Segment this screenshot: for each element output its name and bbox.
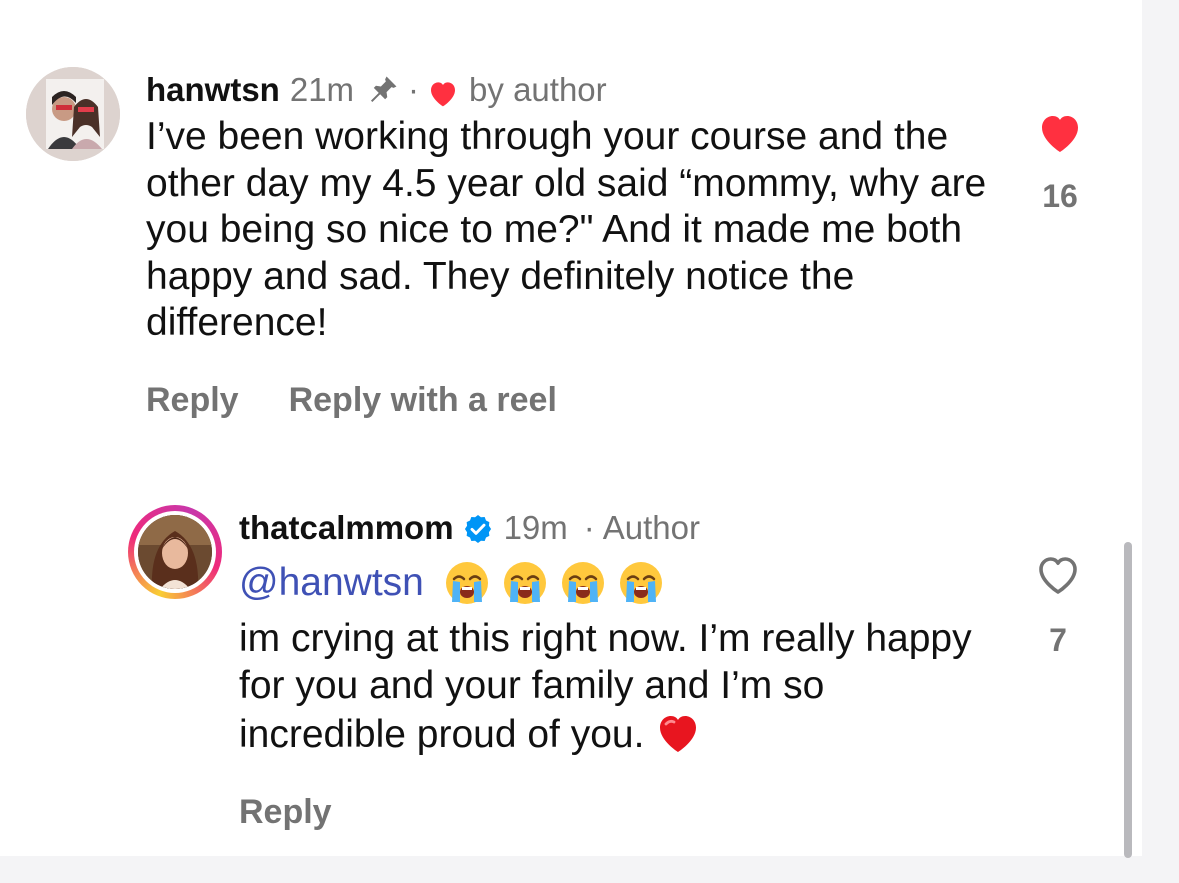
avatar-photo [138, 515, 212, 589]
author-label: Author [602, 509, 700, 546]
username[interactable]: hanwtsn [146, 68, 280, 112]
comment-meta: hanwtsn 21m · by author [146, 68, 1006, 112]
reply-button[interactable]: Reply [146, 381, 239, 420]
separator-dot: · [408, 71, 420, 108]
heart-filled-icon[interactable] [1036, 110, 1084, 154]
red-heart-emoji-icon [654, 709, 702, 755]
like-count: 7 [1049, 622, 1067, 658]
comment-text-content: im crying at this right now. I’m really … [239, 617, 972, 756]
avatar [134, 511, 216, 593]
like-count: 16 [1042, 178, 1078, 214]
page-edge [0, 856, 1179, 883]
timestamp: 19m [503, 509, 568, 546]
pin-icon [366, 73, 400, 107]
heart-icon [427, 75, 459, 107]
liked-by-author-label: by author [469, 71, 607, 108]
scrollbar[interactable] [1124, 542, 1132, 858]
verified-badge-icon [462, 512, 494, 544]
timestamp: 21m [289, 71, 355, 108]
reply-with-reel-button[interactable]: Reply with a reel [289, 381, 557, 420]
heart-outline-icon[interactable] [1034, 552, 1082, 596]
username[interactable]: thatcalmmom [239, 506, 454, 550]
mention-link[interactable]: @hanwtsn [239, 558, 424, 608]
avatar[interactable] [26, 67, 120, 161]
reply-comment: thatcalmmom 19m · Author @hanwtsn im cry… [239, 506, 999, 832]
loudly-crying-face-icon [560, 560, 606, 606]
comments-panel: hanwtsn 21m · by author I’ve been workin… [0, 0, 1142, 856]
loudly-crying-face-icon [618, 560, 664, 606]
loudly-crying-face-icon [502, 560, 548, 606]
comment: hanwtsn 21m · by author I’ve been workin… [146, 68, 1006, 420]
comment-text: I’ve been working through your course an… [146, 115, 987, 344]
comment-actions: Reply [239, 793, 999, 832]
like-control: 7 [1033, 552, 1083, 659]
reply-button[interactable]: Reply [239, 793, 332, 832]
story-ring[interactable] [128, 505, 222, 599]
comment-text: im crying at this right now. I’m really … [239, 616, 999, 759]
page-edge [1142, 0, 1179, 883]
like-control: 16 [1035, 110, 1085, 215]
comment-actions: Reply Reply with a reel [146, 381, 1006, 420]
loudly-crying-face-icon [444, 560, 490, 606]
separator-dot: · [583, 509, 595, 546]
mention-line: @hanwtsn [239, 558, 999, 608]
comment-meta: thatcalmmom 19m · Author [239, 506, 999, 550]
